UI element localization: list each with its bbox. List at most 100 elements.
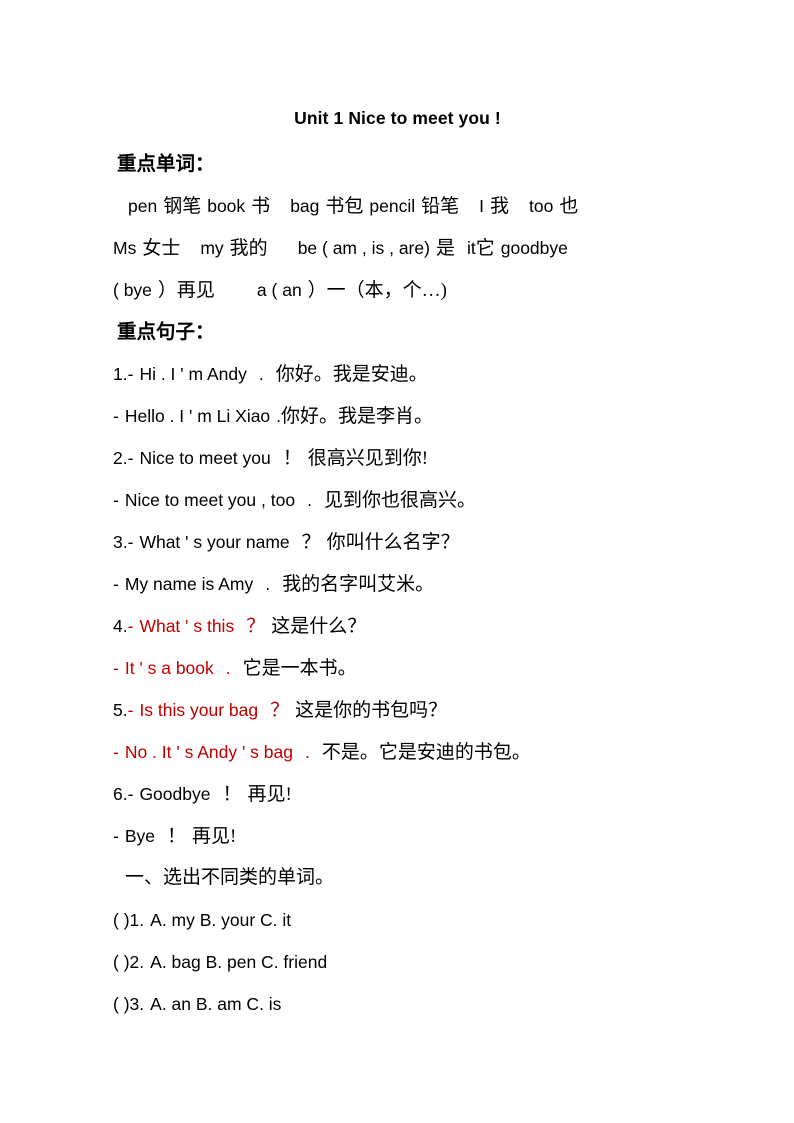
sentence-punct: . xyxy=(258,364,264,384)
sentence-chinese: 这是什么？ xyxy=(271,616,367,637)
reply-english: It ' s a book xyxy=(124,658,214,678)
vocab-cn-book: 书 xyxy=(251,196,271,217)
sentence-number: 3. xyxy=(113,532,128,552)
sentence-chinese: 你好。我是安迪。 xyxy=(275,364,428,385)
sentence-dash: - xyxy=(127,448,134,468)
vocab-en-my: my xyxy=(200,238,224,258)
vocab-cn-it: 它 xyxy=(475,238,495,259)
exercise-number: 2. xyxy=(129,952,145,972)
exercise-heading-label: 一、选出不同类的单词。 xyxy=(125,867,335,888)
answer-bracket[interactable]: ( ) xyxy=(113,994,130,1014)
reply-english: My name is Amy xyxy=(124,574,254,594)
reply-punct: . xyxy=(304,742,310,762)
reply-dash: - xyxy=(113,574,119,594)
vocab-en-too: too xyxy=(529,196,554,216)
reply-dash: - xyxy=(113,826,119,846)
sentence-reply-row: - My name is Amy. 我的名字叫艾米。 xyxy=(113,563,682,605)
document-page: Unit 1 Nice to meet you ! 重点单词： pen 钢笔 boo… xyxy=(0,0,794,1123)
vocab-cn-i: 我 xyxy=(490,196,510,217)
vocab-cn-ms: 女士 xyxy=(142,238,181,259)
sentence-english: Hi . I ' m Andy xyxy=(139,364,247,384)
vocabulary-line-3: ( bye ）再见 a ( an ）一（本，个…) xyxy=(113,269,682,311)
vocab-en-i: I xyxy=(479,196,485,216)
vocab-cn-be: 是 xyxy=(435,238,455,259)
vocab-en-ms: Ms xyxy=(113,238,137,258)
sentence-reply-row: - Hello . I ' m Li Xiao .你好。我是李肖。 xyxy=(113,395,682,437)
sentence-reply-row: - Nice to meet you , too. 见到你也很高兴。 xyxy=(113,479,682,521)
sentence-dash: - xyxy=(127,532,134,552)
sentence-chinese: 很高兴见到你! xyxy=(307,448,429,469)
sentence-chinese: 你叫什么名字？ xyxy=(326,532,460,553)
reply-dash: - xyxy=(113,742,119,762)
sentence-dash: - xyxy=(127,700,134,720)
vocab-en-goodbye: goodbye xyxy=(500,238,568,258)
sentence-english: What ' s your name xyxy=(139,532,290,552)
vocab-en-book: book xyxy=(207,196,246,216)
sentence-english: Nice to meet you xyxy=(139,448,271,468)
vocab-cn-pen: 钢笔 xyxy=(163,196,202,217)
exercise-item[interactable]: ( )1. A. my B. your C. it xyxy=(113,899,682,941)
sentence-punct: ！ xyxy=(282,448,302,469)
vocab-en-bag: bag xyxy=(290,196,320,216)
sentence-number: 5. xyxy=(113,700,128,720)
vocab-cn-bye: ）再见 xyxy=(157,280,215,301)
sentence-english: What ' s this xyxy=(139,616,235,636)
vocab-cn-pencil: 铅笔 xyxy=(421,196,460,217)
reply-chinese: 再见! xyxy=(192,826,237,847)
sentence-number: 2. xyxy=(113,448,128,468)
vocab-en-be: be ( am , is , are) xyxy=(297,238,430,258)
vocab-en-pen: pen xyxy=(128,196,158,216)
exercise-number: 3. xyxy=(129,994,145,1014)
sentences-heading: 重点句子： xyxy=(113,313,682,353)
reply-punct: . xyxy=(225,658,231,678)
reply-punct: ！ xyxy=(166,826,186,847)
vocabulary-heading-label: 重点单词： xyxy=(117,154,215,175)
reply-dash: - xyxy=(113,406,119,426)
reply-punct: . xyxy=(265,574,271,594)
sentence-reply-row: - Bye ！ 再见! xyxy=(113,815,682,857)
vocabulary-line-2: Ms 女士 my 我的 be ( am , is , are) 是 it它 goodbye xyxy=(113,227,682,269)
reply-chinese: 见到你也很高兴。 xyxy=(323,490,476,511)
answer-bracket[interactable]: ( ) xyxy=(113,952,130,972)
page-title: Unit 1 Nice to meet you ! xyxy=(294,108,501,128)
vocab-en-pencil: pencil xyxy=(369,196,416,216)
reply-english: Hello . I ' m Li Xiao xyxy=(124,406,271,426)
sentence-number: 4. xyxy=(113,616,128,636)
sentence-number: 1. xyxy=(113,364,128,384)
vocab-cn-a-an: ）一（本，个…) xyxy=(307,280,447,301)
sentences-heading-label: 重点句子： xyxy=(117,322,215,343)
sentence-dash: - xyxy=(127,784,134,804)
exercise-number: 1. xyxy=(129,910,145,930)
sentence-reply-row: - No . It ' s Andy ' s bag. 不是。它是安迪的书包。 xyxy=(113,731,682,773)
sentence-row: 4.- What ' s this ？这是什么？ xyxy=(113,605,682,647)
sentence-chinese: 再见! xyxy=(247,784,292,805)
sentence-english: Is this your bag xyxy=(139,700,259,720)
sentence-punct: ？ xyxy=(270,700,290,721)
reply-chinese: 我的名字叫艾米。 xyxy=(282,574,435,595)
sentence-punct: ？ xyxy=(301,532,321,553)
answer-bracket[interactable]: ( ) xyxy=(113,910,130,930)
vocabulary-heading: 重点单词： xyxy=(113,145,682,185)
vocab-cn-bag: 书包 xyxy=(325,196,364,217)
sentence-row: 1.- Hi . I ' m Andy. 你好。我是安迪。 xyxy=(113,353,682,395)
reply-punct: . xyxy=(307,490,312,510)
vocab-en-a-an: a ( an xyxy=(256,280,302,300)
sentence-reply-row: - It ' s a book. 它是一本书。 xyxy=(113,647,682,689)
exercise-item[interactable]: ( )2. A. bag B. pen C. friend xyxy=(113,941,682,983)
exercise-item[interactable]: ( )3. A. an B. am C. is xyxy=(113,983,682,1025)
exercise-options: A. an B. am C. is xyxy=(150,994,282,1014)
sentence-punct: ？ xyxy=(246,616,266,637)
vocab-en-bye: ( bye xyxy=(113,280,152,300)
exercise-options: A. bag B. pen C. friend xyxy=(150,952,328,972)
sentence-english: Goodbye xyxy=(139,784,211,804)
sentence-number: 6. xyxy=(113,784,128,804)
sentence-row: 2.- Nice to meet you ！很高兴见到你! xyxy=(113,437,682,479)
sentence-chinese: 这是你的书包吗？ xyxy=(295,700,448,721)
sentence-dash: - xyxy=(127,364,134,384)
sentence-row: 6.- Goodbye ！再见! xyxy=(113,773,682,815)
sentence-dash: - xyxy=(127,616,134,636)
vocabulary-line-1: pen 钢笔 book 书 bag 书包 pencil 铅笔 I 我 too 也 xyxy=(113,185,682,227)
reply-chinese: 不是。它是安迪的书包。 xyxy=(321,742,531,763)
sentence-row: 3.- What ' s your name ？你叫什么名字？ xyxy=(113,521,682,563)
vocab-en-it: it xyxy=(466,238,476,258)
